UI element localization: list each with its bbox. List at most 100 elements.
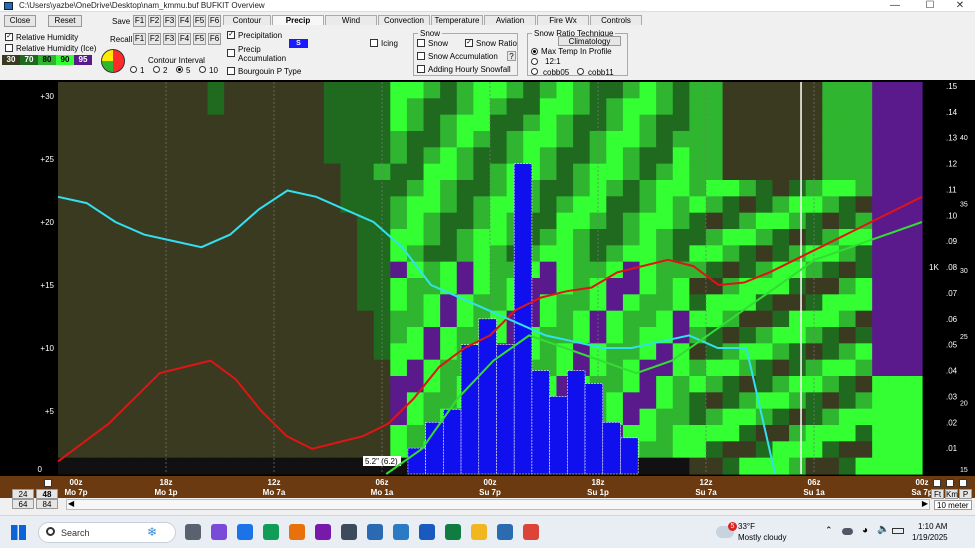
close-window-button[interactable]: ✕ [945,0,975,12]
task-view-icon[interactable] [185,524,201,540]
weather-temp: 33°F [738,522,755,531]
rh-ice-checkbox[interactable] [5,44,13,52]
excel-icon[interactable] [445,524,461,540]
right-axis-tick-label: .07 [946,289,958,298]
contour-radio-1[interactable] [130,66,137,73]
unit-km-button[interactable]: Km [945,489,958,499]
save-f1-button[interactable]: F1 [133,15,146,27]
left-axis-panel [0,80,58,476]
media-icon[interactable] [289,524,305,540]
notepad-icon[interactable] [393,524,409,540]
battery-icon[interactable] [892,528,904,534]
start-icon[interactable] [11,525,26,540]
precipitation-label: Precipitation [238,31,283,40]
ratio-121-radio[interactable] [531,58,538,65]
precipitation-checkbox[interactable]: ✓ [227,31,235,39]
right-axis-tick-label: .15 [946,82,958,91]
tab-aviation[interactable]: Aviation [484,15,536,25]
save-f4-button[interactable]: F4 [178,15,191,27]
snip-icon[interactable] [341,524,357,540]
contour-radio-10[interactable] [199,66,206,73]
minimize-button[interactable]: — [880,0,910,12]
tab-convection[interactable]: Convection [378,15,430,25]
recall-f4-button[interactable]: F4 [178,33,191,45]
close-button[interactable]: Close [4,15,36,27]
maximize-button[interactable]: ☐ [915,0,945,12]
unit-p-checkbox[interactable] [959,479,967,487]
hourly-snowfall-label: Adding Hourly Snowfall [428,65,511,74]
snow-help-button[interactable]: ? [507,51,516,61]
scroll-right-icon[interactable]: ▶ [922,499,928,508]
hours-48-button[interactable]: 48 [36,489,58,499]
edge-icon[interactable] [263,524,279,540]
copilot-icon[interactable] [211,524,227,540]
onenote-icon[interactable] [315,524,331,540]
save-f6-button[interactable]: F6 [208,15,221,27]
cobb05-radio[interactable] [531,68,538,75]
recall-f5-button[interactable]: F5 [193,33,206,45]
tab-temperature[interactable]: Temperature [431,15,483,25]
rh-checkbox[interactable]: ✓ [5,33,13,41]
precip-chart[interactable]: 0 +5 +10 +15 +20 +25 +30 .01 .02 .03 .04 .05 .06 .07.… [0,80,975,476]
precip-type-badge[interactable]: S [289,39,308,48]
overlay-checkbox[interactable] [44,479,52,487]
unit-ft-checkbox[interactable] [933,479,941,487]
explorer-icon[interactable] [471,524,487,540]
bufkit-icon[interactable] [367,524,383,540]
edge-browser-icon[interactable] [497,524,513,540]
tab-fire-wx[interactable]: Fire Wx [537,15,589,25]
unit-ft-button[interactable]: Ft [931,489,944,499]
time-scrollbar[interactable]: ◀ ▶ [66,499,930,510]
contour-radio-5[interactable] [176,66,183,73]
wifi-icon[interactable]: ◕ [862,525,868,536]
tab-precip[interactable]: Precip [272,15,324,25]
hours-24-button[interactable]: 24 [12,489,34,499]
hours-64-button[interactable]: 64 [12,499,34,509]
tab-wind[interactable]: Wind [325,15,377,25]
tray-chevron-icon[interactable]: ⌃ [825,525,833,536]
far-right-tick-label: 35 [960,201,968,208]
scroll-left-icon[interactable]: ◀ [68,499,74,508]
precip-accum-checkbox[interactable] [227,49,235,57]
word-icon[interactable] [419,524,435,540]
search-box[interactable]: Search ❄ [38,522,176,543]
bufkit-plot[interactable]: 0 +5 +10 +15 +20 +25 +30 .01 .02 .03 .04 .05 .06 .07.… [0,80,975,476]
climatology-button[interactable]: Climatology [558,36,621,46]
tab-controls[interactable]: Controls [590,15,642,25]
snow-ratio-checkbox[interactable]: ✓ [465,39,473,47]
precip-bar [584,383,604,475]
save-f2-button[interactable]: F2 [148,15,161,27]
right-axis-tick-label: .10 [946,211,958,220]
snow-checkbox[interactable] [417,39,425,47]
save-f3-button[interactable]: F3 [163,15,176,27]
snow-accum-checkbox[interactable] [417,52,425,60]
tab-contour[interactable]: Contour [223,15,271,25]
ratio-121-label: 12:1 [545,57,561,66]
recall-f3-button[interactable]: F3 [163,33,176,45]
icing-label: Icing [381,39,398,48]
max-temp-radio[interactable] [531,48,538,55]
recall-f1-button[interactable]: F1 [133,33,146,45]
reset-button[interactable]: Reset [48,15,82,27]
icing-checkbox[interactable] [370,39,378,47]
clock-date[interactable]: 1/19/2025 [912,533,948,542]
save-f5-button[interactable]: F5 [193,15,206,27]
cloud-icon[interactable] [842,528,853,535]
unit-p-button[interactable]: P [959,489,972,499]
contour-radio-2[interactable] [153,66,160,73]
wind-level-select[interactable]: 10 meter [934,500,972,510]
chrome-icon[interactable] [523,524,539,540]
precip-bar [496,344,515,475]
recall-f6-button[interactable]: F6 [208,33,221,45]
snow-ratio-label: Snow Ratio [476,39,517,48]
rh-ice-label: Relative Humidity (Ice) [16,44,97,53]
cobb11-radio[interactable] [577,68,584,75]
hours-84-button[interactable]: 84 [36,499,58,509]
volume-icon[interactable]: 🔈 [877,524,889,535]
recall-f2-button[interactable]: F2 [148,33,161,45]
unit-km-checkbox[interactable] [946,479,954,487]
bourgouin-checkbox[interactable] [227,67,235,75]
store-icon[interactable] [237,524,253,540]
hourly-snowfall-checkbox[interactable] [417,65,425,73]
clock-time[interactable]: 1:10 AM [918,522,947,531]
